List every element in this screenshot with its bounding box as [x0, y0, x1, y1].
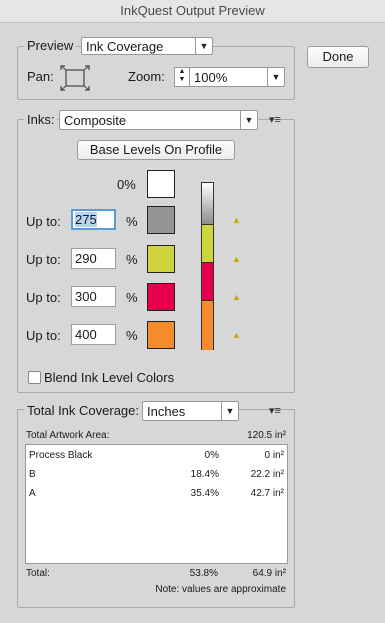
blend-label: Blend Ink Level Colors [44, 370, 175, 385]
approximate-note: Note: values are approximate [155, 584, 286, 595]
total-area: 64.9 in² [252, 568, 286, 579]
ink-level-input-2[interactable]: 290 [71, 248, 116, 269]
zoom-stepper[interactable]: ▲ ▼ [174, 67, 190, 87]
coverage-list[interactable]: Process Black 0% 0 in² B 18.4% 22.2 in² … [25, 444, 288, 564]
list-item[interactable]: A 35.4% 42.7 in² [26, 486, 287, 503]
ink-level-value-1: 275 [75, 212, 97, 227]
panel-menu-icon[interactable]: ▾≡ [269, 404, 281, 417]
percent-sign: % [126, 252, 138, 267]
ink-area: 0 in² [264, 450, 284, 461]
ink-level-bar-3 [202, 300, 213, 350]
warning-icon: ▲ [232, 330, 241, 340]
color-swatch-zero[interactable] [147, 170, 175, 198]
ink-name: B [29, 469, 36, 480]
inks-mode-select[interactable]: Composite ▼ [59, 110, 258, 130]
ink-level-input-4[interactable]: 400 [71, 324, 116, 345]
ink-level-input-1[interactable]: 275 [71, 209, 116, 230]
color-swatch-1[interactable] [147, 206, 175, 234]
color-swatch-2[interactable] [147, 245, 175, 273]
window-title: InkQuest Output Preview [0, 0, 385, 23]
chevron-down-icon: ▼ [240, 111, 257, 129]
percent-sign: % [126, 214, 138, 229]
preview-label: Preview [24, 38, 77, 53]
pan-label: Pan: [27, 69, 54, 84]
color-swatch-3[interactable] [147, 283, 175, 311]
done-button[interactable]: Done [307, 46, 369, 68]
unit-select[interactable]: Inches ▼ [142, 401, 239, 421]
up-to-label: Up to: [26, 252, 61, 267]
zoom-select[interactable]: 100% ▼ [189, 67, 285, 87]
artwork-area-value: 120.5 in² [247, 430, 286, 441]
zero-level-label: 0% [117, 177, 136, 192]
ink-name: Process Black [29, 450, 93, 461]
ink-name: A [29, 488, 36, 499]
percent-sign: % [126, 290, 138, 305]
zoom-label: Zoom: [128, 69, 165, 84]
coverage-label: Total Ink Coverage: [24, 403, 143, 418]
ink-level-input-3[interactable]: 300 [71, 286, 116, 307]
artwork-area-label: Total Artwork Area: [26, 430, 110, 441]
up-to-label: Up to: [26, 290, 61, 305]
preview-mode-value: Ink Coverage [86, 39, 164, 54]
warning-icon: ▲ [232, 215, 241, 225]
blend-checkbox[interactable] [28, 371, 41, 384]
pan-icon[interactable] [59, 64, 91, 92]
chevron-down-icon: ▼ [221, 402, 238, 420]
total-label: Total: [26, 568, 50, 579]
color-swatch-4[interactable] [147, 321, 175, 349]
ink-area: 22.2 in² [250, 469, 284, 480]
chevron-down-icon: ▼ [267, 68, 284, 86]
ink-level-bar-1 [202, 224, 213, 263]
base-levels-button[interactable]: Base Levels On Profile [77, 140, 235, 160]
warning-icon: ▲ [232, 292, 241, 302]
ink-percent: 0% [204, 450, 219, 461]
unit-value: Inches [147, 404, 186, 419]
ink-level-bar-2 [202, 262, 213, 301]
ink-area: 42.7 in² [250, 488, 284, 499]
preview-mode-select[interactable]: Ink Coverage ▼ [81, 37, 213, 55]
ink-level-bar-zero [202, 183, 213, 224]
percent-sign: % [126, 328, 138, 343]
chevron-down-icon: ▼ [195, 38, 212, 54]
list-item[interactable]: B 18.4% 22.2 in² [26, 467, 287, 484]
inks-mode-value: Composite [64, 113, 127, 128]
inks-label: Inks: [24, 112, 58, 127]
panel-menu-icon[interactable]: ▾≡ [269, 113, 281, 126]
ink-percent: 35.4% [190, 488, 219, 499]
total-percent: 53.8% [189, 568, 218, 579]
up-to-label: Up to: [26, 214, 61, 229]
zoom-value: 100% [194, 70, 228, 85]
warning-icon: ▲ [232, 254, 241, 264]
ink-percent: 18.4% [190, 469, 219, 480]
up-to-label: Up to: [26, 328, 61, 343]
list-item[interactable]: Process Black 0% 0 in² [26, 448, 287, 465]
ink-level-bar [201, 182, 214, 350]
